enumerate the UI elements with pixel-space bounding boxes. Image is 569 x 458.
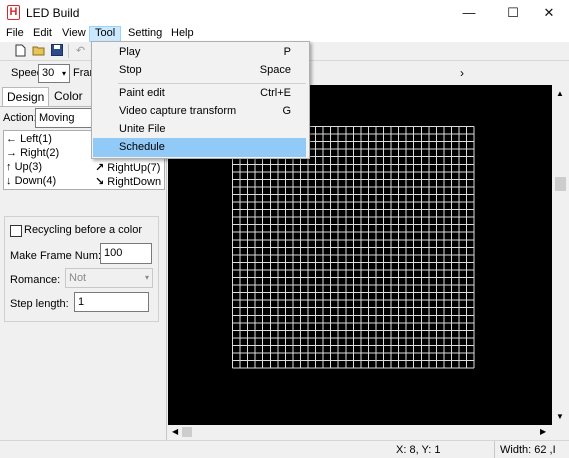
arrow-left-icon: ← [6, 133, 17, 145]
menu-file[interactable]: File [1, 26, 29, 42]
scroll-up-icon[interactable]: ▲ [556, 89, 564, 98]
menu-bar: File Edit View Tool Setting Help [0, 26, 569, 42]
canvas-size: Width: 62 ,I [500, 444, 556, 456]
list-item[interactable]: ↗ RightUp(7) [95, 161, 160, 174]
undo-icon[interactable]: ↶ [73, 44, 88, 58]
menu-setting[interactable]: Setting [123, 26, 167, 42]
options-group: Recycling before a color Make Frame Num:… [4, 216, 159, 322]
menu-item-paint-edit[interactable]: Paint edit Ctrl+E [93, 84, 306, 103]
arrow-right-up-icon: ↗ [95, 162, 105, 174]
open-folder-icon[interactable] [31, 44, 46, 58]
menu-item-shortcut: Ctrl+E [260, 87, 291, 99]
step-length-label: Step length: [10, 298, 69, 310]
minimize-button[interactable]: — [449, 0, 489, 26]
close-button[interactable]: ✕ [529, 0, 569, 26]
make-frame-input[interactable]: 100 [100, 243, 152, 264]
direction-label: RightUp(7) [107, 162, 161, 174]
romance-value: Not [69, 272, 87, 284]
arrow-right-icon: → [6, 147, 17, 159]
tab-design[interactable]: Design [2, 87, 50, 106]
recycling-label: Recycling before a color [24, 224, 143, 236]
vertical-scroll-thumb[interactable] [555, 177, 566, 191]
list-item[interactable]: ↘ RightDown [95, 175, 163, 188]
toolbar-divider [68, 44, 69, 58]
menu-item-stop[interactable]: Stop Space [93, 61, 306, 80]
direction-label: Left(1) [20, 133, 52, 145]
scroll-left-icon[interactable]: ◀ [172, 427, 178, 436]
menu-item-label: Stop [119, 64, 142, 76]
arrow-right-down-icon: ↘ [95, 176, 105, 188]
status-divider [494, 441, 495, 458]
menu-item-video-capture-transform[interactable]: Video capture transform G [93, 102, 306, 121]
vertical-scrollbar[interactable]: ▲ ▼ [552, 85, 569, 425]
list-item[interactable]: ↑ Up(3) [6, 161, 42, 173]
direction-label: Up(3) [14, 161, 43, 173]
tool-menu-dropdown: Play P Stop Space Paint edit Ctrl+E Vide… [91, 41, 310, 159]
step-length-input[interactable]: 1 [74, 292, 149, 312]
direction-label: Right(2) [20, 147, 60, 159]
speed-select[interactable]: 30 ▾ [38, 64, 70, 83]
romance-label: Romance: [10, 274, 61, 286]
app-logo-icon: H [7, 5, 20, 20]
save-icon[interactable] [49, 44, 64, 58]
action-select[interactable]: Moving [35, 108, 93, 128]
menu-item-label: Paint edit [119, 87, 165, 99]
tab-color[interactable]: Color [50, 87, 87, 105]
arrow-up-icon: ↑ [6, 161, 12, 173]
make-frame-label: Make Frame Num: [10, 250, 102, 262]
scroll-right-icon[interactable]: ▶ [540, 427, 546, 436]
window-title: LED Build [26, 6, 80, 20]
chevron-down-icon: ▾ [144, 273, 149, 282]
menu-item-schedule[interactable]: Schedule [93, 138, 306, 157]
title-bar: H LED Build — ☐ ✕ [0, 0, 569, 26]
cursor-coords: X: 8, Y: 1 [396, 444, 441, 456]
status-bar: X: 8, Y: 1 Width: 62 ,I [0, 440, 569, 458]
speed-value: 30 [42, 67, 55, 79]
menu-item-shortcut: G [282, 105, 291, 117]
menu-view[interactable]: View [57, 26, 91, 42]
list-item[interactable]: ← Left(1) [6, 133, 52, 145]
list-item[interactable]: → Right(2) [6, 147, 59, 159]
horizontal-scrollbar[interactable]: ◀ ▶ [168, 425, 552, 440]
new-file-icon[interactable] [13, 44, 28, 58]
menu-item-shortcut: P [283, 46, 291, 58]
menu-item-label: Schedule [119, 141, 165, 153]
menu-tool[interactable]: Tool [89, 26, 122, 42]
menu-item-label: Video capture transform [119, 105, 237, 117]
menu-help[interactable]: Help [166, 26, 199, 42]
recycling-checkbox[interactable] [10, 225, 22, 237]
romance-select[interactable]: Not ▾ [65, 268, 153, 288]
direction-label: RightDown [107, 176, 162, 188]
menu-item-shortcut: Space [259, 64, 291, 76]
direction-label: Down(4) [14, 175, 57, 187]
menu-item-label: Unite File [119, 123, 166, 135]
menu-item-play[interactable]: Play P [93, 43, 306, 62]
list-item[interactable]: ↓ Down(4) [6, 175, 56, 187]
scroll-corner [552, 425, 569, 440]
menu-edit[interactable]: Edit [28, 26, 57, 42]
arrow-down-icon: ↓ [6, 175, 12, 187]
menu-item-unite-file[interactable]: Unite File [93, 120, 306, 139]
chevron-down-icon: ▾ [61, 69, 66, 78]
maximize-button[interactable]: ☐ [493, 0, 533, 26]
action-label: Action: [3, 112, 37, 124]
menu-item-label: Play [119, 46, 141, 58]
chevron-right-icon[interactable]: › [460, 66, 464, 80]
horizontal-scroll-thumb[interactable] [182, 427, 192, 437]
scroll-down-icon[interactable]: ▼ [556, 412, 564, 421]
